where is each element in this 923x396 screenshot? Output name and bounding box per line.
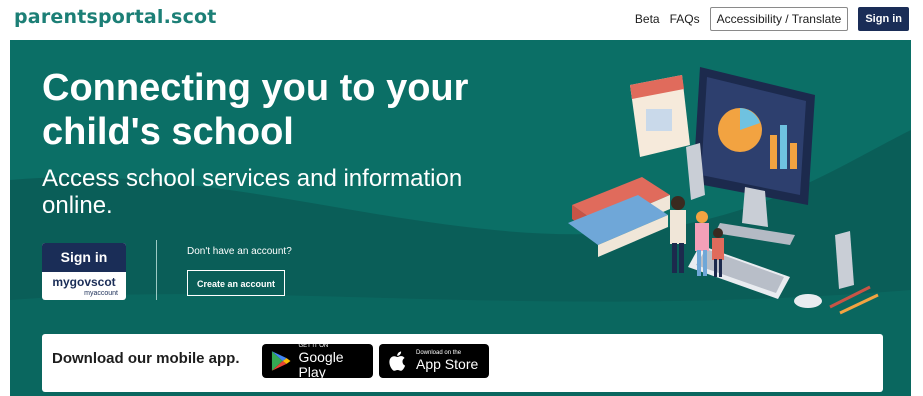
- apple-icon: [389, 351, 406, 371]
- hero-subline: Access school services and information o…: [42, 165, 463, 219]
- school-illustration: [568, 67, 879, 315]
- header-sign-in-button[interactable]: Sign in: [858, 7, 909, 31]
- mobile-app-card: Download our mobile app. GET IT ON Googl…: [42, 334, 883, 392]
- app-store-big: App Store: [416, 356, 479, 372]
- google-play-button[interactable]: GET IT ON Google Play: [262, 343, 373, 380]
- google-play-big: Google Play: [298, 348, 344, 380]
- faqs-link[interactable]: FAQs: [670, 12, 700, 26]
- google-play-icon: [271, 351, 291, 371]
- hero-headline: Connecting you to your child's school: [42, 67, 469, 153]
- no-account-text: Don't have an account?: [187, 246, 292, 257]
- mygovscot-sign-in-button[interactable]: Sign in mygovscot myaccount: [42, 243, 126, 300]
- sign-in-label: Sign in: [42, 243, 126, 272]
- hero-banner: Connecting you to your child's school Ac…: [10, 40, 911, 396]
- header-nav: Beta FAQs Accessibility / Translate Sign…: [635, 7, 909, 31]
- top-bar: parentsportal.scot Beta FAQs Accessibili…: [0, 0, 923, 40]
- divider: [156, 240, 157, 300]
- myaccount-label: myaccount: [84, 290, 118, 297]
- google-play-text: GET IT ON Google Play: [298, 343, 373, 380]
- app-store-button[interactable]: Download on the App Store: [379, 344, 489, 378]
- site-logo[interactable]: parentsportal.scot: [14, 6, 217, 28]
- mygovscot-brand: mygovscot: [52, 275, 116, 289]
- mobile-app-label: Download our mobile app.: [52, 350, 240, 367]
- accessibility-translate-button[interactable]: Accessibility / Translate: [709, 7, 849, 31]
- create-account-button[interactable]: Create an account: [187, 270, 285, 296]
- mygovscot-logo: mygovscot myaccount: [42, 272, 126, 300]
- app-store-text: Download on the App Store: [416, 350, 478, 372]
- beta-link[interactable]: Beta: [635, 12, 660, 26]
